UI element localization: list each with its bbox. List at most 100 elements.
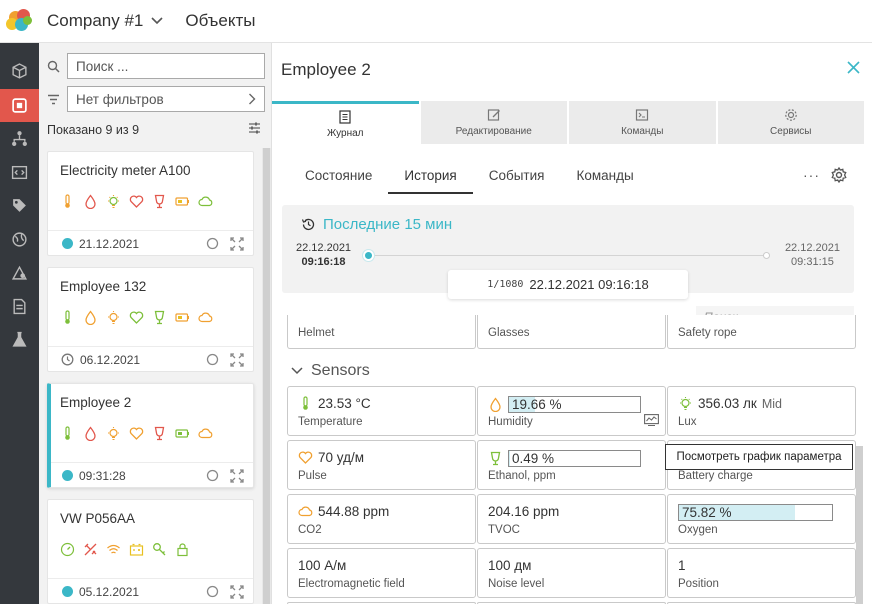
param-cell-noise[interactable]: 100 дм Noise level — [477, 548, 666, 598]
param-cell-co2[interactable]: 544.88 ppm CO2 — [287, 494, 476, 544]
tab-label: Редактирование — [455, 126, 532, 137]
nav-hierarchy-icon[interactable] — [0, 122, 39, 156]
param-label: Safety rope — [678, 327, 737, 339]
param-value: 100 дм — [488, 558, 531, 573]
nav-reports-icon[interactable] — [0, 290, 39, 324]
chart-icon[interactable] — [644, 414, 659, 429]
detail-tabs: Журнал Редактирование Команды Сервисы — [272, 101, 864, 144]
nav-globe-icon[interactable] — [0, 223, 39, 257]
timeline-start: 22.12.2021 09:16:18 — [296, 241, 351, 269]
chevron-down-icon — [291, 367, 303, 375]
param-label: Temperature — [298, 416, 363, 428]
oxygen-bar: 75.82 % — [678, 504, 833, 521]
param-value: 544.88 ppm — [298, 504, 389, 519]
item-title: Electricity meter A100 — [60, 163, 191, 178]
subtab-state[interactable]: Состояние — [289, 161, 388, 194]
list-settings-icon[interactable] — [248, 122, 261, 137]
fit-view-icon[interactable] — [230, 469, 244, 486]
more-options-icon[interactable]: ··· — [803, 167, 820, 183]
company-name: Company #1 — [47, 11, 144, 30]
timeline-slider-handle[interactable] — [362, 249, 375, 262]
nav-code-icon[interactable] — [0, 156, 39, 190]
item-footer: 21.12.2021 — [48, 230, 253, 256]
item-title: VW P056AA — [60, 511, 136, 526]
nav-rail — [0, 43, 39, 604]
param-value: 23.53 °C — [298, 396, 371, 411]
nav-monitoring-icon[interactable] — [0, 88, 39, 122]
circle-icon[interactable] — [206, 585, 219, 601]
param-cell-position[interactable]: 1 Position — [667, 548, 856, 598]
gear-icon[interactable] — [831, 166, 847, 186]
close-icon[interactable] — [847, 61, 860, 77]
param-value: 356.03 лк Mid — [678, 396, 782, 411]
param-cell-oxygen[interactable]: 75.82 % Oxygen — [667, 494, 856, 544]
subtab-history[interactable]: История — [388, 161, 473, 194]
param-cell-lux[interactable]: 356.03 лк Mid Lux — [667, 386, 856, 436]
tab-label: Команды — [621, 126, 664, 137]
tab-label: Сервисы — [770, 126, 812, 137]
bulb-icon — [108, 195, 119, 209]
param-cell-humidity[interactable]: 19.66 % Humidity — [477, 386, 666, 436]
ethanol-bar: 0.49 % — [508, 450, 641, 467]
param-cell-temperature[interactable]: 23.53 °C Temperature — [287, 386, 476, 436]
tab-services[interactable]: Сервисы — [717, 101, 864, 144]
circle-icon[interactable] — [206, 237, 219, 253]
fit-view-icon[interactable] — [230, 353, 244, 370]
tab-commands[interactable]: Команды — [569, 101, 716, 144]
param-label: Humidity — [488, 416, 533, 428]
detail-scrollbar-thumb[interactable] — [856, 446, 863, 604]
list-item-selected[interactable]: Employee 2 09:31:28 — [47, 383, 254, 488]
heart-icon — [129, 195, 144, 208]
terminal-icon — [636, 109, 649, 121]
nav-objects-icon[interactable] — [0, 55, 39, 89]
heart-icon — [129, 311, 144, 324]
search-input[interactable]: Поиск ... — [67, 53, 265, 79]
param-cell-ethanol[interactable]: 0.49 % Ethanol, ppm — [477, 440, 666, 490]
subtab-commands[interactable]: Команды — [560, 161, 649, 194]
nav-geozones-icon[interactable] — [0, 256, 39, 290]
list-item[interactable]: Employee 132 06.12.2021 — [47, 267, 254, 372]
filter-select[interactable]: Нет фильтров — [67, 86, 265, 112]
list-item[interactable]: Electricity meter A100 21.12.2021 — [47, 151, 254, 256]
item-date: 05.12.2021 — [79, 584, 140, 599]
app-logo[interactable] — [0, 0, 40, 43]
timeline-track[interactable] — [368, 255, 766, 256]
list-item[interactable]: VW P056AA 05.12.2021 — [47, 499, 254, 604]
value-text: 356.03 лк — [698, 396, 757, 411]
list-scrollbar-thumb[interactable] — [263, 148, 270, 604]
param-label: Helmet — [298, 327, 335, 339]
bulb-icon — [108, 311, 119, 325]
start-date: 22.12.2021 — [296, 242, 352, 254]
sensors-group-header[interactable]: Sensors — [291, 362, 370, 380]
search-placeholder: Поиск ... — [76, 58, 129, 74]
circle-icon[interactable] — [206, 353, 219, 369]
fit-view-icon[interactable] — [230, 237, 244, 254]
tab-journal[interactable]: Журнал — [272, 101, 419, 144]
timeline-end-handle[interactable] — [763, 252, 770, 259]
journal-icon — [339, 109, 351, 124]
value-text: 100 А/м — [298, 558, 347, 573]
item-date: 06.12.2021 — [80, 352, 141, 367]
tab-edit[interactable]: Редактирование — [420, 101, 567, 144]
fit-view-icon[interactable] — [230, 585, 244, 602]
value-text: 204.16 ppm — [488, 504, 560, 519]
value-text: 544.88 ppm — [318, 504, 390, 519]
nav-lab-icon[interactable] — [0, 323, 39, 357]
thermometer-icon — [65, 310, 70, 324]
param-cell-pulse[interactable]: 70 уд/м Pulse — [287, 440, 476, 490]
period-selector[interactable]: Последние 15 мин — [301, 216, 452, 233]
item-title: Employee 2 — [60, 395, 132, 410]
param-cell-em-field[interactable]: 100 А/м Electromagnetic field — [287, 548, 476, 598]
nav-tags-icon[interactable] — [0, 189, 39, 223]
company-selector[interactable]: Company #1 — [47, 11, 163, 31]
value-extra: Mid — [761, 396, 782, 411]
param-label: Pulse — [298, 470, 327, 482]
param-cell-tvoc[interactable]: 204.16 ppm TVOC — [477, 494, 666, 544]
subtab-events[interactable]: События — [473, 161, 561, 194]
chevron-down-icon — [151, 14, 163, 28]
param-label: Ethanol, ppm — [488, 470, 556, 482]
key-icon — [153, 543, 166, 556]
value-text: 75.82 % — [682, 505, 732, 520]
car-battery-icon — [129, 543, 144, 556]
circle-icon[interactable] — [206, 469, 219, 485]
